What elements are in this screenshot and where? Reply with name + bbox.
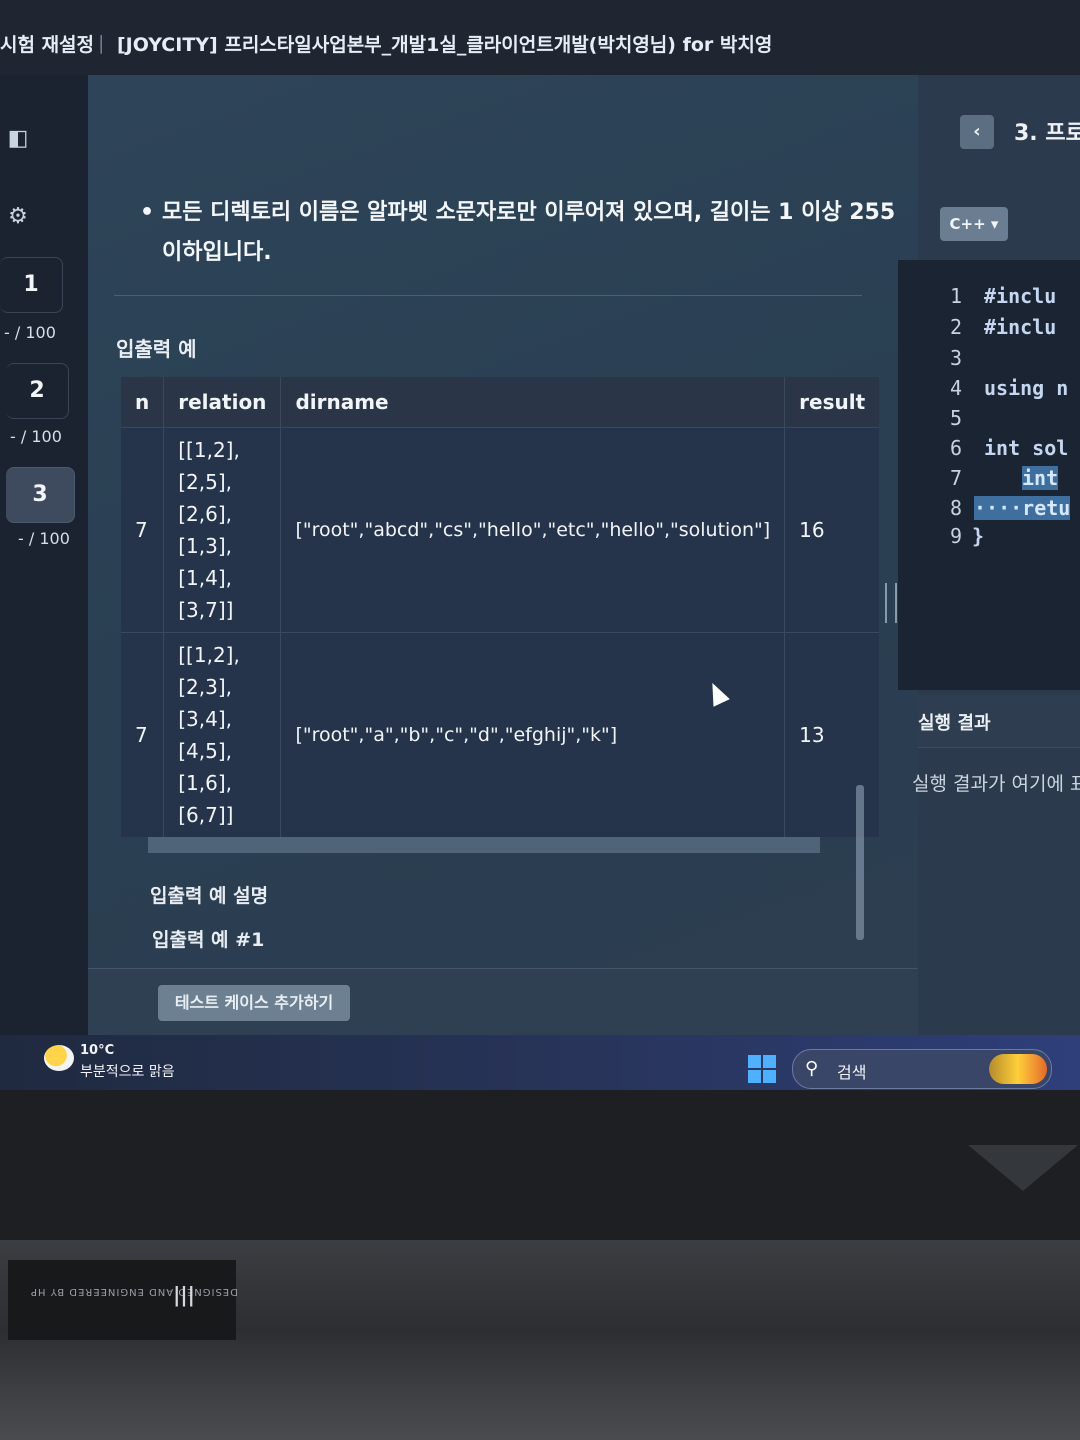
relation-line: [2,5],	[178, 470, 233, 494]
io-example-heading: 입출력 예	[116, 337, 197, 361]
io-example-table: n relation dirname result 7 [[1,2], [2,5…	[121, 377, 880, 837]
constraint-text: 모든 디렉토리 이름은 알파벳 소문자로만 이루어져 있으며, 길이는 1 이상…	[162, 200, 896, 265]
chevron-left-icon[interactable]: ‹	[960, 115, 994, 149]
reset-exam-link[interactable]: 시험 재설정	[0, 30, 94, 57]
code-editor[interactable]: 1 #inclu 2 #inclu 3 4 using n 5 6 int so…	[898, 260, 1080, 690]
relation-line: [1,3],	[178, 534, 233, 558]
table-header-row: n relation dirname result	[121, 377, 880, 428]
code-line: int sol	[984, 436, 1069, 460]
line-number: 5	[949, 406, 962, 430]
column-header: relation	[163, 377, 282, 428]
problem-score: - / 100	[18, 529, 70, 548]
description-vertical-scrollbar[interactable]	[856, 785, 864, 940]
code-panel: ‹ 3. 프로 C++ ▾ 1 #inclu 2 #inclu 3 4 usin…	[898, 75, 1080, 1035]
language-select[interactable]: C++ ▾	[940, 207, 1008, 241]
problem-number: 3	[32, 482, 48, 507]
windows-taskbar: 10°C 부분적으로 맑음 ⚲ 검색	[0, 1035, 1080, 1090]
cell-result: 16	[784, 427, 880, 633]
search-icon: ⚲	[805, 1058, 819, 1079]
relation-line: [3,7]]	[178, 598, 234, 622]
search-label: 검색	[837, 1063, 867, 1082]
relation-line: [4,5],	[178, 739, 233, 763]
line-number: 8	[949, 496, 962, 520]
problem-tab-2[interactable]: 2	[6, 363, 69, 419]
pane-resize-handle[interactable]	[885, 583, 897, 623]
line-number: 3	[949, 346, 962, 370]
cell-result: 13	[784, 632, 880, 837]
hp-logo-icon: |||	[173, 1286, 195, 1310]
cell-n: 7	[121, 632, 165, 837]
relation-line: [[1,2],	[178, 643, 240, 667]
taskbar-search[interactable]: ⚲ 검색	[792, 1049, 1052, 1089]
constraint-bullet: • 모든 디렉토리 이름은 알파벳 소문자로만 이루어져 있으며, 길이는 1 …	[140, 193, 900, 273]
problem-tab-1[interactable]: 1	[0, 257, 63, 313]
cell-relation: [[1,2], [2,5], [2,6], [1,3], [1,4], [3,7…	[163, 427, 282, 633]
screen: 시험 재설정 | [JOYCITY] 프리스타일사업본부_개발1실_클라이언트개…	[0, 0, 1080, 1090]
run-result-header: 실행 결과	[918, 695, 1080, 748]
run-result-output: 실행 결과가 여기에 표	[912, 773, 1080, 795]
code-line: using n	[984, 376, 1069, 400]
divider	[114, 295, 862, 296]
laptop-bezel	[0, 1090, 1080, 1240]
cell-dirname: ["root","abcd","cs","hello","etc","hello…	[280, 427, 786, 633]
cell-n: 7	[121, 427, 165, 633]
line-number: 6	[949, 436, 962, 460]
relation-line: [2,6],	[178, 502, 233, 526]
code-line: ····retu	[974, 496, 1071, 520]
laptop-hinge: DESIGNED AND ENGINEERED BY HP |||	[0, 1240, 1080, 1440]
weather-description[interactable]: 부분적으로 맑음	[80, 1061, 175, 1081]
line-number: 9	[949, 524, 962, 548]
relation-line: [3,4],	[178, 707, 233, 731]
line-number: 4	[949, 376, 962, 400]
io-explanation-heading: 입출력 예 설명	[150, 885, 269, 907]
problem-score: - / 100	[4, 323, 56, 342]
relation-line: [1,4],	[178, 566, 233, 590]
run-result-heading: 실행 결과	[918, 713, 991, 734]
column-header: dirname	[280, 377, 786, 428]
panel-toggle-icon[interactable]: ◧	[4, 125, 32, 153]
problem-rail: ◧ ⚙ 1 - / 100 2 - / 100 3 - / 100	[0, 75, 88, 1035]
search-highlight-icon	[989, 1054, 1047, 1084]
action-bar: 테스트 케이스 추가하기	[88, 968, 918, 1036]
victus-logo-icon	[968, 1145, 1078, 1191]
line-number: 7	[949, 466, 962, 490]
line-number: 2	[949, 315, 962, 339]
problem-number: 2	[29, 378, 45, 403]
hp-label: DESIGNED AND ENGINEERED BY HP |||	[8, 1260, 238, 1340]
problem-description: • 모든 디렉토리 이름은 알파벳 소문자로만 이루어져 있으며, 길이는 1 …	[88, 75, 918, 1036]
table-row: 7 [[1,2], [2,5], [2,6], [1,3], [1,4], [3…	[121, 427, 880, 633]
top-header: 시험 재설정 | [JOYCITY] 프리스타일사업본부_개발1실_클라이언트개…	[0, 0, 1080, 75]
problem-title: 3. 프로	[1014, 121, 1080, 146]
code-line: }	[972, 524, 985, 548]
exam-title: [JOYCITY] 프리스타일사업본부_개발1실_클라이언트개발(박치영님) f…	[117, 34, 773, 56]
relation-line: [6,7]]	[178, 803, 234, 827]
problem-tab-3[interactable]: 3	[6, 467, 75, 523]
cell-relation: [[1,2], [2,3], [3,4], [4,5], [1,6], [6,7…	[163, 632, 282, 837]
relation-line: [2,3],	[178, 675, 233, 699]
weather-temperature[interactable]: 10°C	[80, 1043, 114, 1058]
windows-start-icon[interactable]	[748, 1055, 776, 1083]
code-line: int	[1022, 466, 1059, 490]
column-header: result	[799, 390, 866, 414]
problem-score: - / 100	[10, 427, 62, 446]
code-line: #inclu	[984, 284, 1057, 308]
table-row: 7 [[1,2], [2,3], [3,4], [4,5], [1,6], [6…	[121, 632, 880, 837]
column-header: n	[121, 377, 165, 428]
relation-line: [[1,2],	[178, 438, 240, 462]
hp-label-text: DESIGNED AND ENGINEERED BY HP	[30, 1286, 238, 1297]
io-example-1-heading: 입출력 예 #1	[152, 929, 265, 951]
header-separator: |	[98, 32, 105, 54]
relation-line: [1,6],	[178, 771, 233, 795]
problem-number: 1	[23, 272, 39, 297]
add-testcase-button[interactable]: 테스트 케이스 추가하기	[158, 985, 350, 1021]
cell-dirname: ["root","a","b","c","d","efghij","k"]	[280, 632, 786, 837]
code-line: #inclu	[984, 315, 1057, 339]
table-horizontal-scrollbar[interactable]	[148, 837, 820, 853]
line-number: 1	[949, 284, 962, 308]
partly-sunny-icon[interactable]	[44, 1045, 74, 1071]
settings-icon[interactable]: ⚙	[4, 203, 32, 231]
